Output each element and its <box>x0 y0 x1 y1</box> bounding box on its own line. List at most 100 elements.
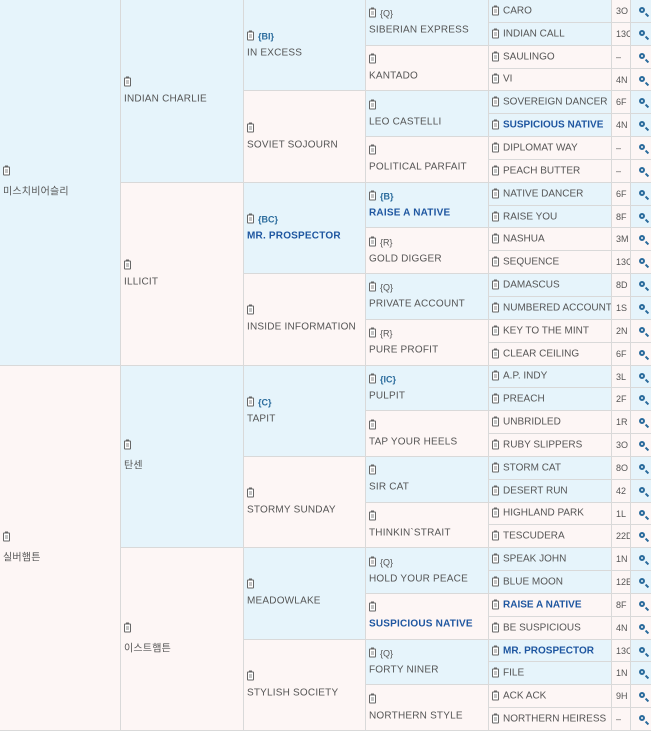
clipboard-icon[interactable] <box>492 667 499 678</box>
clipboard-icon[interactable] <box>492 713 499 724</box>
clipboard-icon[interactable] <box>492 165 499 176</box>
clipboard-icon[interactable] <box>492 279 499 290</box>
search-button[interactable] <box>631 548 651 572</box>
horse-name-link[interactable]: RUBY SLIPPERS <box>503 439 582 450</box>
search-button[interactable] <box>631 685 651 709</box>
horse-name-link[interactable]: STYLISH SOCIETY <box>247 687 363 698</box>
search-button[interactable] <box>631 45 651 69</box>
clipboard-icon[interactable] <box>492 416 499 427</box>
search-button[interactable] <box>631 296 651 320</box>
clipboard-icon[interactable] <box>492 233 499 244</box>
horse-name-link[interactable]: SIBERIAN EXPRESS <box>369 25 486 36</box>
horse-name-link[interactable]: MR. PROSPECTOR <box>247 230 363 241</box>
clipboard-icon[interactable] <box>369 7 376 18</box>
horse-name-link[interactable]: TAPIT <box>247 413 363 424</box>
clipboard-icon[interactable] <box>492 142 499 153</box>
clipboard-icon[interactable] <box>124 622 131 633</box>
horse-name-link[interactable]: PREACH <box>503 394 545 405</box>
search-button[interactable] <box>631 205 651 229</box>
horse-name-link[interactable]: VI <box>503 74 512 85</box>
horse-name-link[interactable]: UNBRIDLED <box>503 417 561 428</box>
search-button[interactable] <box>631 639 651 663</box>
horse-name-link[interactable]: 탄센 <box>124 457 241 472</box>
clipboard-icon[interactable] <box>492 73 499 84</box>
horse-name-link[interactable]: DIPLOMAT WAY <box>503 142 578 153</box>
horse-name-link[interactable]: TESCUDERA <box>503 531 565 542</box>
horse-name-link[interactable]: SPEAK JOHN <box>503 554 566 565</box>
horse-name-link[interactable]: SUSPICIOUS NATIVE <box>503 120 603 131</box>
clipboard-icon[interactable] <box>492 370 499 381</box>
search-button[interactable] <box>631 68 651 92</box>
horse-name-link[interactable]: INDIAN CALL <box>503 28 565 39</box>
clipboard-icon[interactable] <box>369 601 376 612</box>
horse-name-link[interactable]: HIGHLAND PARK <box>503 508 584 519</box>
horse-name-link[interactable]: ACK ACK <box>503 691 546 702</box>
horse-name-link[interactable]: TAP YOUR HEELS <box>369 436 486 447</box>
horse-name-link[interactable]: STORM CAT <box>503 462 561 473</box>
horse-name-link[interactable]: PRIVATE ACCOUNT <box>369 299 486 310</box>
clipboard-icon[interactable] <box>247 122 254 133</box>
horse-name-link[interactable]: NORTHERN STYLE <box>369 710 486 721</box>
clipboard-icon[interactable] <box>492 553 499 564</box>
clipboard-icon[interactable] <box>369 464 376 475</box>
clipboard-icon[interactable] <box>247 396 254 407</box>
horse-name-link[interactable]: STORMY SUNDAY <box>247 505 363 516</box>
horse-name-link[interactable]: NUMBERED ACCOUNT <box>503 302 611 313</box>
clipboard-icon[interactable] <box>492 188 499 199</box>
clipboard-icon[interactable] <box>3 531 10 542</box>
horse-name-link[interactable]: SOVIET SOJOURN <box>247 139 363 150</box>
horse-name-link[interactable]: RAISE A NATIVE <box>503 599 582 610</box>
horse-name-link[interactable]: A.P. INDY <box>503 371 547 382</box>
search-button[interactable] <box>631 662 651 686</box>
horse-name-link[interactable]: BE SUSPICIOUS <box>503 622 581 633</box>
horse-name-link[interactable]: INDIAN CHARLIE <box>124 93 241 104</box>
horse-name-link[interactable]: INSIDE INFORMATION <box>247 322 363 333</box>
horse-name-link[interactable]: IN EXCESS <box>247 48 363 59</box>
horse-name-link[interactable]: SIR CAT <box>369 482 486 493</box>
horse-name-link[interactable]: GOLD DIGGER <box>369 253 486 264</box>
horse-name-link[interactable]: DESERT RUN <box>503 485 568 496</box>
clipboard-icon[interactable] <box>369 510 376 521</box>
search-button[interactable] <box>631 22 651 46</box>
search-button[interactable] <box>631 708 651 731</box>
clipboard-icon[interactable] <box>492 393 499 404</box>
horse-name-link[interactable]: 실버햄튼 <box>3 548 118 563</box>
clipboard-icon[interactable] <box>492 256 499 267</box>
clipboard-icon[interactable] <box>247 304 254 315</box>
horse-name-link[interactable]: SUSPICIOUS NATIVE <box>369 619 486 630</box>
horse-name-link[interactable]: KEY TO THE MINT <box>503 325 589 336</box>
search-button[interactable] <box>631 228 651 252</box>
search-button[interactable] <box>631 388 651 412</box>
search-button[interactable] <box>631 593 651 617</box>
clipboard-icon[interactable] <box>492 302 499 313</box>
search-button[interactable] <box>631 434 651 457</box>
clipboard-icon[interactable] <box>369 236 376 247</box>
clipboard-icon[interactable] <box>492 119 499 130</box>
clipboard-icon[interactable] <box>492 690 499 701</box>
clipboard-icon[interactable] <box>247 578 254 589</box>
search-button[interactable] <box>631 91 651 115</box>
clipboard-icon[interactable] <box>369 53 376 64</box>
clipboard-icon[interactable] <box>369 373 376 384</box>
horse-name-link[interactable]: SAULINGO <box>503 51 555 62</box>
clipboard-icon[interactable] <box>369 281 376 292</box>
horse-name-link[interactable]: FILE <box>503 668 524 679</box>
search-button[interactable] <box>631 502 651 526</box>
clipboard-icon[interactable] <box>492 439 499 450</box>
horse-name-link[interactable]: DAMASCUS <box>503 280 560 291</box>
horse-name-link[interactable]: RAISE A NATIVE <box>369 208 486 219</box>
clipboard-icon[interactable] <box>247 213 254 224</box>
search-button[interactable] <box>631 159 651 183</box>
clipboard-icon[interactable] <box>369 144 376 155</box>
search-button[interactable] <box>631 411 651 435</box>
horse-name-link[interactable]: THINKIN`STRAIT <box>369 527 486 538</box>
search-button[interactable] <box>631 0 651 23</box>
clipboard-icon[interactable] <box>492 622 499 633</box>
clipboard-icon[interactable] <box>369 693 376 704</box>
clipboard-icon[interactable] <box>492 325 499 336</box>
horse-name-link[interactable]: NATIVE DANCER <box>503 188 583 199</box>
search-button[interactable] <box>631 137 651 160</box>
horse-name-link[interactable]: BLUE MOON <box>503 577 563 588</box>
search-button[interactable] <box>631 616 651 640</box>
horse-name-link[interactable]: CARO <box>503 5 532 16</box>
